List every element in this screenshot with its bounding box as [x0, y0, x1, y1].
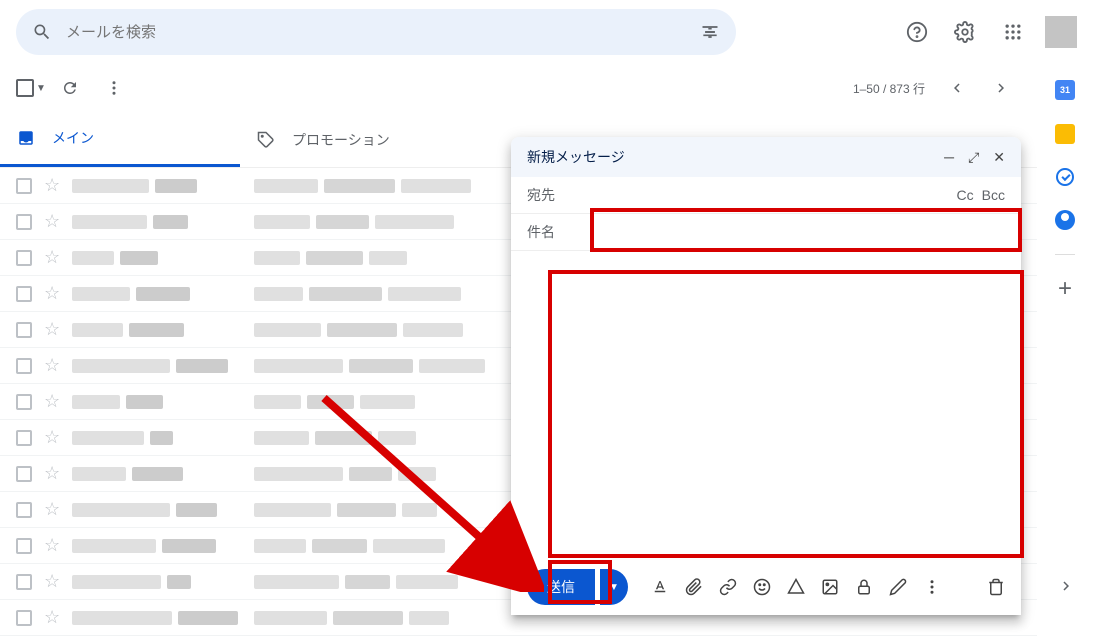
row-checkbox[interactable]	[16, 250, 32, 266]
sender	[72, 215, 242, 229]
calendar-icon[interactable]	[1055, 80, 1075, 100]
search-input[interactable]	[66, 24, 686, 41]
row-checkbox[interactable]	[16, 430, 32, 446]
side-panel: +	[1037, 64, 1093, 615]
subject-label: 件名	[527, 222, 567, 242]
keep-icon[interactable]	[1055, 124, 1075, 144]
close-icon[interactable]: ✕	[993, 149, 1005, 166]
fullscreen-icon[interactable]: ⤢	[968, 149, 979, 166]
contacts-icon[interactable]	[1055, 210, 1075, 230]
row-checkbox[interactable]	[16, 178, 32, 194]
compose-title: 新規メッセージ	[527, 147, 625, 167]
app-header	[0, 0, 1093, 64]
row-checkbox[interactable]	[16, 502, 32, 518]
prev-page-icon[interactable]	[937, 68, 977, 108]
collapse-side-icon[interactable]	[1057, 577, 1075, 595]
more-options-icon[interactable]	[922, 577, 942, 597]
tab-promotions-label: プロモーション	[292, 130, 390, 150]
star-icon[interactable]: ☆	[44, 211, 60, 232]
emoji-icon[interactable]	[752, 577, 772, 597]
tab-main[interactable]: メイン	[0, 112, 240, 167]
sender	[72, 251, 242, 265]
cc-button[interactable]: Cc	[957, 187, 974, 203]
star-icon[interactable]: ☆	[44, 535, 60, 556]
row-checkbox[interactable]	[16, 610, 32, 626]
compose-footer: 送信 ▼	[511, 559, 1021, 615]
star-icon[interactable]: ☆	[44, 355, 60, 376]
drive-icon[interactable]	[786, 577, 806, 597]
star-icon[interactable]: ☆	[44, 499, 60, 520]
star-icon[interactable]: ☆	[44, 391, 60, 412]
row-checkbox[interactable]	[16, 322, 32, 338]
sender	[72, 359, 242, 373]
body-textarea[interactable]	[527, 263, 1005, 547]
star-icon[interactable]: ☆	[44, 607, 60, 628]
tab-promotions[interactable]: プロモーション	[240, 112, 480, 167]
star-icon[interactable]: ☆	[44, 319, 60, 340]
row-checkbox[interactable]	[16, 538, 32, 554]
row-checkbox[interactable]	[16, 286, 32, 302]
pagination-text: 1–50 / 873 行	[853, 80, 925, 97]
sender	[72, 431, 242, 445]
compose-window: 新規メッセージ ─ ⤢ ✕ 宛先 Cc Bcc 件名 送信 ▼	[511, 137, 1021, 615]
sender	[72, 179, 242, 193]
sender	[72, 323, 242, 337]
refresh-icon[interactable]	[50, 68, 90, 108]
subject-input[interactable]	[567, 224, 1005, 240]
signature-icon[interactable]	[888, 577, 908, 597]
search-options-icon[interactable]	[698, 20, 722, 44]
header-right	[897, 12, 1077, 52]
tab-main-label: メイン	[52, 128, 94, 148]
list-toolbar: ▼ 1–50 / 873 行	[0, 64, 1037, 112]
sender	[72, 539, 242, 553]
row-checkbox[interactable]	[16, 394, 32, 410]
send-button[interactable]: 送信	[527, 569, 595, 605]
search-box[interactable]	[16, 9, 736, 55]
star-icon[interactable]: ☆	[44, 463, 60, 484]
more-icon[interactable]	[94, 68, 134, 108]
bcc-button[interactable]: Bcc	[982, 187, 1005, 203]
attach-icon[interactable]	[684, 577, 704, 597]
sender	[72, 575, 242, 589]
search-icon	[30, 20, 54, 44]
compose-to-field[interactable]: 宛先 Cc Bcc	[511, 177, 1021, 214]
compose-header[interactable]: 新規メッセージ ─ ⤢ ✕	[511, 137, 1021, 177]
star-icon[interactable]: ☆	[44, 427, 60, 448]
link-icon[interactable]	[718, 577, 738, 597]
discard-icon[interactable]	[987, 578, 1005, 596]
sender	[72, 287, 242, 301]
to-label: 宛先	[527, 185, 567, 205]
to-input[interactable]	[567, 187, 957, 203]
avatar[interactable]	[1045, 16, 1077, 48]
compose-subject-field[interactable]: 件名	[511, 214, 1021, 251]
tasks-icon[interactable]	[1056, 168, 1074, 186]
image-icon[interactable]	[820, 577, 840, 597]
confidential-icon[interactable]	[854, 577, 874, 597]
compose-body[interactable]	[511, 251, 1021, 559]
row-checkbox[interactable]	[16, 466, 32, 482]
help-icon[interactable]	[897, 12, 937, 52]
row-checkbox[interactable]	[16, 574, 32, 590]
star-icon[interactable]: ☆	[44, 247, 60, 268]
star-icon[interactable]: ☆	[44, 571, 60, 592]
star-icon[interactable]: ☆	[44, 283, 60, 304]
add-app-icon[interactable]: +	[1055, 279, 1075, 299]
sender	[72, 395, 242, 409]
send-options-icon[interactable]: ▼	[600, 569, 628, 605]
next-page-icon[interactable]	[981, 68, 1021, 108]
select-all[interactable]: ▼	[16, 79, 46, 97]
sender	[72, 467, 242, 481]
tag-icon	[256, 130, 276, 150]
apps-icon[interactable]	[993, 12, 1033, 52]
minimize-icon[interactable]: ─	[944, 149, 954, 166]
row-checkbox[interactable]	[16, 214, 32, 230]
star-icon[interactable]: ☆	[44, 175, 60, 196]
inbox-icon	[16, 128, 36, 148]
settings-icon[interactable]	[945, 12, 985, 52]
sender	[72, 503, 242, 517]
row-checkbox[interactable]	[16, 358, 32, 374]
sender	[72, 611, 242, 625]
format-text-icon[interactable]	[650, 577, 670, 597]
